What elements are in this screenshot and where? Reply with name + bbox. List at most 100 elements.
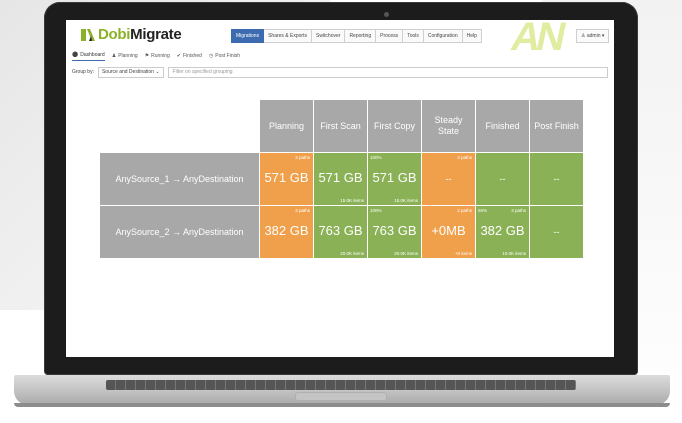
- status-cell-steady-state[interactable]: 2 paths +0MB +0 items: [422, 206, 475, 258]
- status-cell-planning[interactable]: 3 paths 382 GB: [260, 206, 313, 258]
- cell-percent: 100%: [370, 155, 382, 160]
- check-icon: ✔: [176, 52, 181, 59]
- app-logo[interactable]: DobiMigrate: [80, 26, 182, 43]
- nav-tools[interactable]: Tools: [403, 29, 424, 43]
- row-label-text: AnySource_2 → AnyDestination: [115, 227, 244, 237]
- flag-icon: ⚑: [144, 52, 150, 59]
- group-by-value: Source and Destination: [101, 68, 154, 75]
- cell-size: --: [553, 174, 560, 184]
- subnav-dashboard[interactable]: ⚫ Dashboard: [72, 52, 105, 61]
- column-header-planning: Planning: [260, 100, 313, 152]
- row-label-source-2[interactable]: AnySource_2 → AnyDestination: [100, 206, 259, 258]
- laptop-trackpad: [296, 393, 386, 400]
- status-cell-post-finish[interactable]: --: [530, 206, 583, 258]
- cell-size: +0MB: [431, 223, 466, 238]
- laptop-base-lip: [14, 403, 670, 407]
- logo-prefix: Dobi: [98, 26, 131, 43]
- cell-paths: 2 paths: [457, 208, 472, 213]
- subnav-post-finish[interactable]: ◷ Post Finish: [209, 52, 240, 61]
- cell-items: 15.0K items: [340, 198, 364, 203]
- nav-help[interactable]: Help: [462, 29, 482, 43]
- cell-percent: 50%: [478, 208, 488, 213]
- row-label-source-1[interactable]: AnySource_1 → AnyDestination: [100, 153, 259, 205]
- user-menu-button[interactable]: ♙ admin ▾: [576, 29, 610, 43]
- cell-size: --: [499, 174, 506, 184]
- caret-down-icon: ▾: [601, 33, 605, 39]
- status-cell-steady-state[interactable]: 3 paths --: [422, 153, 475, 205]
- cell-size: 763 GB: [318, 223, 363, 238]
- subnav-label: Running: [151, 52, 170, 59]
- subnav-label: Finished: [182, 52, 202, 59]
- cell-size: 763 GB: [372, 223, 417, 238]
- column-header-post-finish: Post Finish: [530, 100, 583, 152]
- cell-items: 20.0K items: [340, 251, 364, 256]
- column-header-first-copy: First Copy: [368, 100, 421, 152]
- main-nav: Migrations Shares & Exports Switchover R…: [231, 29, 482, 43]
- user-name: admin: [586, 33, 601, 39]
- filter-input[interactable]: Filter on specified grouping: [167, 66, 608, 78]
- cell-items: 20.0K items: [394, 251, 418, 256]
- status-cell-finished[interactable]: 50% 3 paths 382 GB 10.0K items: [476, 206, 529, 258]
- subnav-label: Post Finish: [215, 52, 240, 59]
- nav-reporting[interactable]: Reporting: [345, 29, 377, 43]
- cell-size: 571 GB: [372, 170, 417, 185]
- nav-configuration[interactable]: Configuration: [423, 29, 463, 43]
- app-header: AN DobiMigrate Migrations Shares & Expor…: [66, 20, 614, 59]
- status-cell-first-scan[interactable]: 571 GB 15.0K items: [314, 153, 367, 205]
- clock-icon: ◷: [208, 52, 214, 59]
- planning-icon: ♟: [111, 52, 117, 59]
- subnav-label: Dashboard: [80, 52, 105, 58]
- column-header-first-scan: First Scan: [314, 100, 367, 152]
- background-logo-mark: AN: [507, 20, 567, 59]
- cell-items: 10.0K items: [502, 251, 526, 256]
- nav-migrations[interactable]: Migrations: [231, 29, 265, 43]
- user-icon: ♙: [581, 33, 586, 39]
- column-header-finished: Finished: [476, 100, 529, 152]
- cell-percent: 100%: [370, 208, 382, 213]
- subnav-planning[interactable]: ♟ Planning: [112, 52, 138, 61]
- dashboard-icon: ⚫: [72, 52, 79, 58]
- cell-paths: 3 paths: [295, 208, 310, 213]
- column-header-text: First Scan: [320, 120, 361, 131]
- cell-size: --: [553, 227, 560, 237]
- status-cell-post-finish[interactable]: --: [530, 153, 583, 205]
- status-cell-first-copy[interactable]: 100% 763 GB 20.0K items: [368, 206, 421, 258]
- status-cell-first-scan[interactable]: 763 GB 20.0K items: [314, 206, 367, 258]
- laptop-screen: AN DobiMigrate Migrations Shares & Expor…: [66, 20, 614, 357]
- nav-switchover[interactable]: Switchover: [311, 29, 346, 43]
- cell-size: 382 GB: [264, 223, 309, 238]
- toolbar: Group by: Source and Destination ⌄ Filte…: [72, 66, 608, 78]
- subnav-label: Planning: [118, 52, 138, 59]
- dobimigrate-logo-icon: [81, 28, 95, 41]
- subnav-finished[interactable]: ✔ Finished: [177, 52, 202, 61]
- cell-size: 571 GB: [318, 170, 363, 185]
- column-header-steady-state: Steady State: [422, 100, 475, 152]
- sub-navigation: ⚫ Dashboard ♟ Planning ⚑ Running ✔ Finis…: [72, 52, 240, 61]
- column-header-text: Finished: [485, 120, 520, 131]
- column-header-text: Planning: [268, 120, 305, 131]
- nav-process[interactable]: Process: [376, 29, 404, 43]
- status-cell-first-copy[interactable]: 100% 571 GB 15.0K items: [368, 153, 421, 205]
- subnav-running[interactable]: ⚑ Running: [145, 52, 170, 61]
- chevron-down-icon: ⌄: [155, 68, 160, 75]
- nav-shares-exports[interactable]: Shares & Exports: [264, 29, 312, 43]
- status-cell-finished[interactable]: --: [476, 153, 529, 205]
- cell-size: 382 GB: [480, 223, 525, 238]
- column-header-text: Steady State: [434, 115, 463, 136]
- row-label-text: AnySource_1 → AnyDestination: [115, 174, 244, 184]
- camera-icon: [384, 12, 389, 17]
- status-cell-planning[interactable]: 3 paths 571 GB: [260, 153, 313, 205]
- cell-paths: 3 paths: [511, 208, 526, 213]
- cell-size: 571 GB: [264, 170, 309, 185]
- group-by-label: Group by:: [72, 69, 94, 75]
- cell-items: 15.0K items: [394, 198, 418, 203]
- logo-suffix: Migrate: [130, 26, 182, 43]
- cell-size: --: [445, 174, 452, 184]
- column-header-text: Post Finish: [534, 120, 579, 131]
- cell-paths: 3 paths: [295, 155, 310, 160]
- cell-paths: 3 paths: [457, 155, 472, 160]
- group-by-select[interactable]: Source and Destination ⌄: [97, 66, 164, 78]
- column-header-text: First Copy: [373, 120, 415, 131]
- logo-text: DobiMigrate: [98, 26, 182, 43]
- laptop-keyboard: [106, 380, 576, 390]
